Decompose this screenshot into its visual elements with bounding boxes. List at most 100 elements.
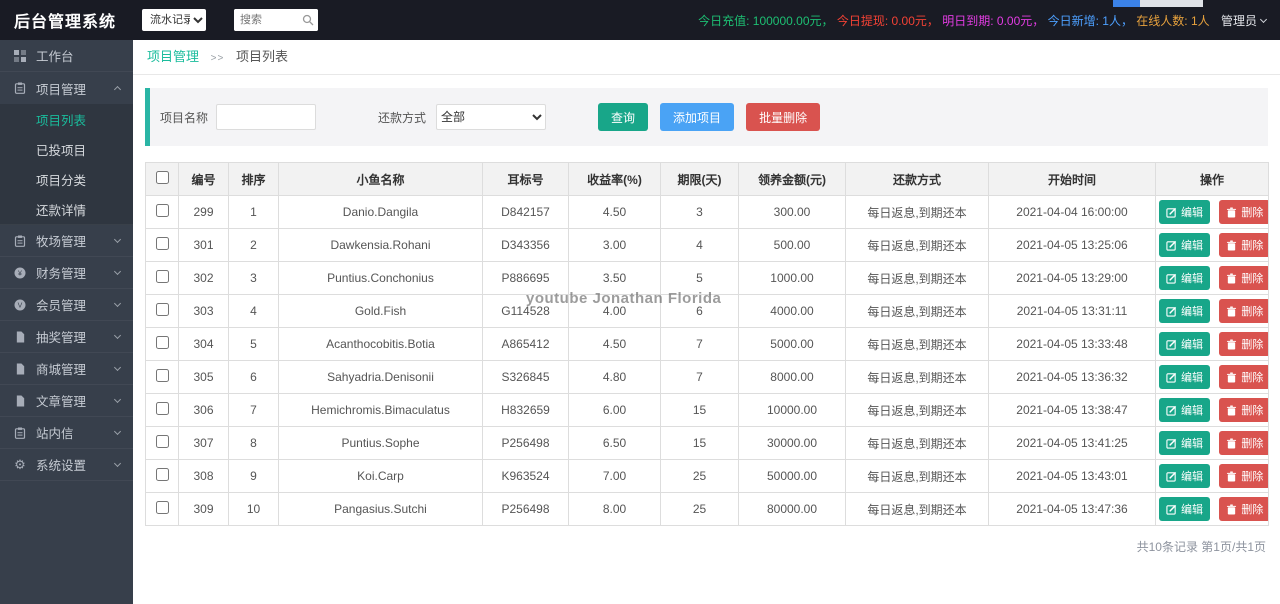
row-checkbox[interactable]	[155, 270, 169, 283]
cell-start-time: 2021-04-05 13:25:06	[988, 228, 1156, 262]
delete-button[interactable]: 删除	[1219, 497, 1268, 521]
delete-button-label: 删除	[1241, 372, 1264, 384]
edit-button-label: 编辑	[1181, 471, 1203, 483]
batch-delete-button[interactable]: 批量删除	[746, 103, 821, 131]
cell-sort: 7	[228, 393, 279, 427]
edit-button[interactable]: 编辑	[1159, 299, 1210, 323]
cell-start-time: 2021-04-05 13:41:25	[988, 426, 1156, 460]
sidebar-item-project-list[interactable]: 项目列表	[0, 104, 133, 134]
sidebar-item-site-message[interactable]: 站内信	[0, 417, 133, 449]
cell-amount: 80000.00	[738, 492, 846, 526]
cell-amount: 4000.00	[738, 294, 846, 328]
delete-button[interactable]: 删除	[1219, 464, 1268, 488]
trash-icon	[1227, 438, 1237, 449]
document-icon	[13, 363, 27, 375]
cell-actions: 编辑 删除	[1155, 195, 1269, 229]
edit-pencil-icon	[1166, 240, 1177, 251]
search-icon[interactable]	[302, 14, 314, 26]
delete-button[interactable]: 删除	[1219, 299, 1268, 323]
sidebar-item-workbench[interactable]: 工作台	[0, 40, 133, 72]
col-header-repay: 还款方式	[845, 162, 989, 196]
row-checkbox[interactable]	[155, 303, 169, 316]
admin-menu[interactable]: 管理员	[1221, 12, 1268, 29]
sidebar-item-article-mgmt[interactable]: 文章管理	[0, 385, 133, 417]
row-checkbox[interactable]	[155, 237, 169, 250]
project-name-input[interactable]	[216, 104, 317, 130]
row-checkbox[interactable]	[155, 468, 169, 481]
cell-start-time: 2021-04-05 13:47:36	[988, 492, 1156, 526]
member-badge-icon: V	[13, 299, 27, 311]
edit-button-label: 编辑	[1181, 240, 1203, 252]
stat-withdraw-today: 今日提现: 0.00元，	[836, 13, 943, 28]
trash-icon	[1227, 240, 1237, 251]
row-checkbox[interactable]	[155, 369, 169, 382]
cell-days: 5	[660, 261, 739, 295]
delete-button[interactable]: 删除	[1219, 365, 1268, 389]
sidebar-item-finance-mgmt[interactable]: ¥ 财务管理	[0, 257, 133, 289]
sidebar-item-pasture-mgmt[interactable]: 牧场管理	[0, 225, 133, 257]
cell-actions: 编辑 删除	[1155, 459, 1269, 493]
cell-rate: 3.00	[568, 228, 661, 262]
query-button[interactable]: 查询	[598, 103, 649, 131]
chevron-down-icon	[113, 459, 122, 468]
col-header-start: 开始时间	[988, 162, 1156, 196]
delete-button[interactable]: 删除	[1219, 266, 1268, 290]
edit-button[interactable]: 编辑	[1159, 200, 1210, 224]
delete-button[interactable]: 删除	[1219, 233, 1268, 257]
row-checkbox-cell	[145, 294, 179, 328]
cell-rate: 7.00	[568, 459, 661, 493]
row-checkbox[interactable]	[155, 501, 169, 514]
cell-actions: 编辑 删除	[1155, 294, 1269, 328]
sidebar-item-mall-mgmt[interactable]: 商城管理	[0, 353, 133, 385]
cell-rate: 6.00	[568, 393, 661, 427]
cell-amount: 50000.00	[738, 459, 846, 493]
cell-id: 302	[178, 261, 229, 295]
repay-method-label: 还款方式	[378, 110, 427, 125]
edit-button[interactable]: 编辑	[1159, 497, 1210, 521]
edit-button[interactable]: 编辑	[1159, 365, 1210, 389]
repay-method-select[interactable]: 全部	[436, 104, 547, 130]
edit-button[interactable]: 编辑	[1159, 431, 1210, 455]
sidebar-item-system-settings[interactable]: ⚙ 系统设置	[0, 449, 133, 481]
edit-button[interactable]: 编辑	[1159, 398, 1210, 422]
sidebar-item-project-category[interactable]: 项目分类	[0, 164, 133, 194]
delete-button-label: 删除	[1241, 405, 1264, 417]
row-checkbox[interactable]	[155, 435, 169, 448]
edit-button-label: 编辑	[1181, 339, 1203, 351]
row-checkbox[interactable]	[155, 204, 169, 217]
cell-sort: 3	[228, 261, 279, 295]
select-all-checkbox[interactable]	[155, 171, 169, 184]
row-checkbox[interactable]	[155, 336, 169, 349]
delete-button[interactable]: 删除	[1219, 200, 1268, 224]
edit-button[interactable]: 编辑	[1159, 464, 1210, 488]
sidebar-item-repayment-detail[interactable]: 还款详情	[0, 194, 133, 224]
col-header-name: 小鱼名称	[278, 162, 483, 196]
sidebar-item-lottery-mgmt[interactable]: 抽奖管理	[0, 321, 133, 353]
edit-button[interactable]: 编辑	[1159, 266, 1210, 290]
sidebar-item-member-mgmt[interactable]: V 会员管理	[0, 289, 133, 321]
delete-button[interactable]: 删除	[1219, 398, 1268, 422]
delete-button[interactable]: 删除	[1219, 431, 1268, 455]
sidebar-item-label: 工作台	[36, 50, 74, 64]
cell-repay-method: 每日返息,到期还本	[845, 261, 989, 295]
row-checkbox[interactable]	[155, 402, 169, 415]
breadcrumb-section[interactable]: 项目管理	[147, 49, 199, 64]
cell-repay-method: 每日返息,到期还本	[845, 492, 989, 526]
submenu-label: 已投项目	[36, 143, 87, 158]
record-type-select[interactable]: 流水记录	[142, 9, 207, 31]
sidebar-item-invested-projects[interactable]: 已投项目	[0, 134, 133, 164]
edit-pencil-icon	[1166, 207, 1177, 218]
add-project-button[interactable]: 添加项目	[660, 103, 735, 131]
delete-button[interactable]: 删除	[1219, 332, 1268, 356]
edit-button[interactable]: 编辑	[1159, 332, 1210, 356]
col-header-tag: 耳标号	[482, 162, 569, 196]
cell-repay-method: 每日返息,到期还本	[845, 459, 989, 493]
trash-icon	[1227, 339, 1237, 350]
cell-id: 303	[178, 294, 229, 328]
cell-fish-name: Hemichromis.Bimaculatus	[278, 393, 483, 427]
edit-button[interactable]: 编辑	[1159, 233, 1210, 257]
sidebar-item-project-mgmt[interactable]: 项目管理	[0, 72, 133, 104]
cell-repay-method: 每日返息,到期还本	[845, 360, 989, 394]
edit-pencil-icon	[1166, 306, 1177, 317]
cell-days: 7	[660, 360, 739, 394]
